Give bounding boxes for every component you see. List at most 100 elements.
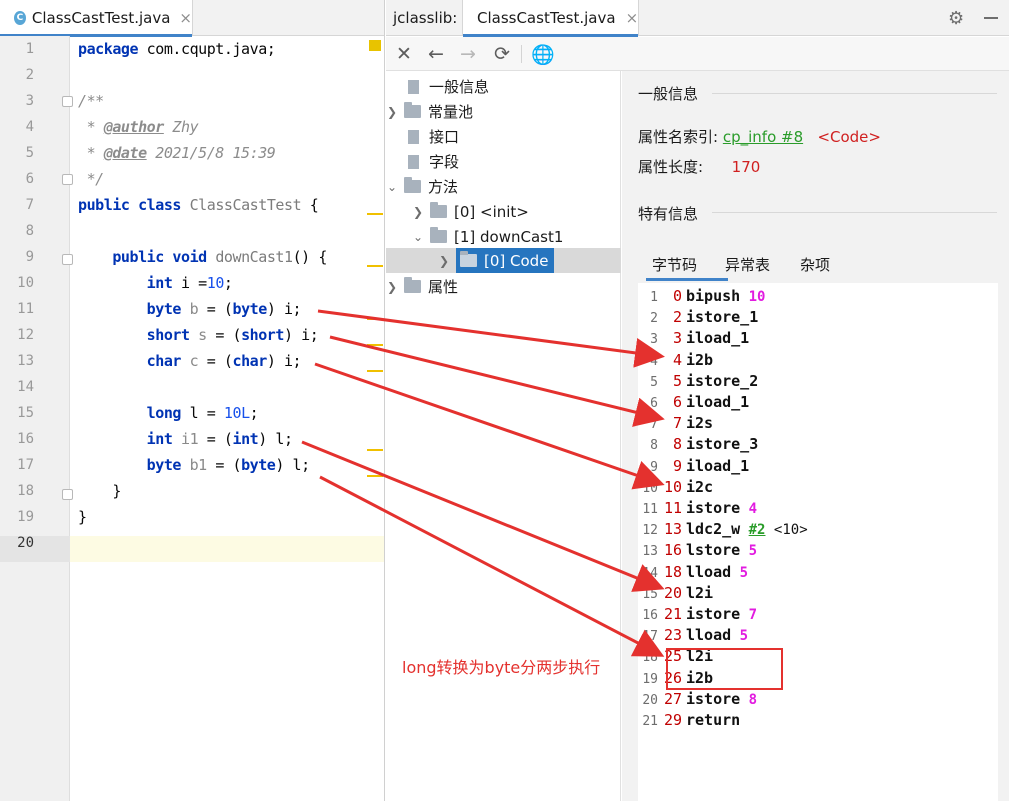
section-divider bbox=[712, 212, 997, 213]
code-line-17[interactable]: byte b1 = (byte) l; bbox=[78, 452, 311, 478]
tree-item-code[interactable]: ❯ [0] Code bbox=[438, 248, 555, 273]
code-line-12[interactable]: short s = (short) i; bbox=[78, 322, 319, 348]
code-line-19[interactable]: } bbox=[78, 504, 87, 530]
bytecode-row[interactable]: 4 4 i2b bbox=[638, 350, 713, 371]
forward-icon[interactable]: → bbox=[456, 42, 480, 66]
warning-marker[interactable] bbox=[367, 318, 383, 320]
code-line-10[interactable]: int i =10; bbox=[78, 270, 233, 296]
bytecode-instruction: lstore bbox=[686, 541, 741, 560]
jclasslib-tab-classcasttest[interactable]: ClassCastTest.java × bbox=[462, 0, 639, 37]
code-line-4[interactable]: * @author Zhy bbox=[78, 114, 199, 140]
gear-icon[interactable]: ⚙ bbox=[948, 8, 964, 29]
general-info-title: 一般信息 bbox=[638, 85, 699, 103]
warning-marker[interactable] bbox=[367, 344, 383, 346]
fold-marker-icon[interactable] bbox=[62, 174, 73, 185]
inspection-status-icon[interactable] bbox=[369, 40, 381, 51]
tab-bytecode[interactable]: 字节码 bbox=[652, 254, 697, 275]
warning-marker[interactable] bbox=[367, 265, 383, 267]
code-line-16[interactable]: int i1 = (int) l; bbox=[78, 426, 293, 452]
fold-marker-icon[interactable] bbox=[62, 96, 73, 107]
warning-marker[interactable] bbox=[367, 213, 383, 215]
bytecode-row[interactable]: 1 0 bipush 10 bbox=[638, 286, 765, 307]
code-line-9[interactable]: public void downCast1() { bbox=[78, 244, 327, 270]
warning-marker[interactable] bbox=[367, 449, 383, 451]
warning-marker[interactable] bbox=[367, 475, 383, 477]
bytecode-operand: 8 bbox=[748, 691, 758, 708]
folder-icon bbox=[404, 277, 421, 293]
bytecode-row[interactable]: 14 18 lload 5 bbox=[638, 562, 748, 583]
tree-item-fields[interactable]: 字段 bbox=[386, 149, 459, 174]
tree-item-general[interactable]: 一般信息 bbox=[386, 74, 489, 99]
keyword: int bbox=[146, 274, 173, 292]
tree-item-attributes[interactable]: ❯ 属性 bbox=[386, 274, 458, 299]
browser-icon[interactable]: 🌐 bbox=[531, 42, 555, 66]
line-number: 5 bbox=[25, 145, 34, 161]
code-line-1[interactable]: package com.cqupt.java; bbox=[78, 36, 276, 62]
bytecode-row[interactable]: 16 21 istore 7 bbox=[638, 604, 757, 625]
bytecode-row[interactable]: 15 20 l2i bbox=[638, 583, 713, 604]
bytecode-row[interactable]: 20 27 istore 8 bbox=[638, 689, 757, 710]
close-icon[interactable]: ✕ bbox=[392, 42, 416, 66]
code-editor[interactable]: C ClassCastTest.java × 1 2 3 4 5 6 7 8 9 10 11 12 13… bbox=[0, 0, 385, 801]
comment-text: Zhy bbox=[163, 118, 199, 136]
code-line-7[interactable]: public class ClassCastTest { bbox=[78, 192, 319, 218]
bytecode-row[interactable]: 10 10 i2c bbox=[638, 477, 713, 498]
code-line-3[interactable]: /** bbox=[78, 88, 104, 114]
bytecode-line-number: 15 bbox=[642, 586, 658, 602]
code-text: com.cqupt.java; bbox=[138, 40, 276, 58]
tree-item-method-downcast1[interactable]: ⌄ [1] downCast1 bbox=[412, 224, 563, 249]
bytecode-row[interactable]: 5 5 istore_2 bbox=[638, 371, 758, 392]
refresh-icon[interactable]: ⟳ bbox=[490, 42, 514, 66]
close-tab-icon[interactable]: × bbox=[179, 9, 192, 27]
bytecode-row[interactable]: 17 23 lload 5 bbox=[638, 625, 748, 646]
code-line-6[interactable]: */ bbox=[78, 166, 105, 192]
bytecode-row[interactable]: 11 11 istore 4 bbox=[638, 498, 757, 519]
bytecode-listing[interactable]: 1 0 bipush 10 2 2 istore_1 3 3 iload_1 4 4 i2b 5 5 ist… bbox=[638, 283, 998, 801]
line-number: 8 bbox=[25, 223, 34, 239]
warning-marker[interactable] bbox=[367, 370, 383, 372]
minimize-icon[interactable] bbox=[984, 17, 998, 19]
folder-icon bbox=[460, 251, 477, 267]
chevron-down-icon[interactable]: ⌄ bbox=[412, 230, 424, 244]
bytecode-row[interactable]: 7 7 i2s bbox=[638, 413, 713, 434]
bytecode-line-number: 9 bbox=[650, 459, 658, 475]
bytecode-row[interactable]: 12 13 ldc2_w #2 <10> bbox=[638, 519, 808, 540]
chevron-right-icon[interactable]: ❯ bbox=[386, 280, 398, 294]
chevron-right-icon[interactable]: ❯ bbox=[386, 105, 398, 119]
detail-pane: 一般信息 属性名索引: cp_info #8 <Code> 属性长度: 170 … bbox=[622, 71, 1009, 801]
code-line-11[interactable]: byte b = (byte) i; bbox=[78, 296, 302, 322]
bytecode-row[interactable]: 9 9 iload_1 bbox=[638, 456, 749, 477]
cp-info-link[interactable]: cp_info #8 bbox=[723, 128, 803, 146]
tree-item-interfaces[interactable]: 接口 bbox=[386, 124, 459, 149]
back-icon[interactable]: ← bbox=[424, 42, 448, 66]
constant-pool-ref[interactable]: #2 bbox=[749, 522, 766, 538]
fold-marker-icon[interactable] bbox=[62, 489, 73, 500]
code-line-18[interactable]: } bbox=[78, 478, 121, 504]
bytecode-row[interactable]: 2 2 istore_1 bbox=[638, 307, 758, 328]
document-icon bbox=[408, 154, 419, 169]
keyword: public bbox=[78, 196, 130, 214]
code-line-15[interactable]: long l = 10L; bbox=[78, 400, 259, 426]
bytecode-row[interactable]: 8 8 istore_3 bbox=[638, 434, 758, 455]
bytecode-row[interactable]: 13 16 lstore 5 bbox=[638, 540, 757, 561]
bytecode-row[interactable]: 6 6 iload_1 bbox=[638, 392, 749, 413]
chevron-down-icon[interactable]: ⌄ bbox=[386, 180, 398, 194]
code-line-5[interactable]: * @date 2021/5/8 15:39 bbox=[78, 140, 276, 166]
tree-item-method-init[interactable]: ❯ [0] <init> bbox=[412, 199, 529, 224]
tab-misc[interactable]: 杂项 bbox=[800, 254, 830, 275]
editor-tab-classcasttest[interactable]: C ClassCastTest.java × bbox=[0, 0, 193, 37]
fold-marker-icon[interactable] bbox=[62, 254, 73, 265]
chevron-right-icon[interactable]: ❯ bbox=[412, 205, 424, 219]
close-tab-icon[interactable]: × bbox=[626, 9, 639, 27]
tab-exception-table[interactable]: 异常表 bbox=[725, 254, 770, 275]
tree-item-code-selected[interactable]: [0] Code bbox=[456, 248, 555, 273]
bytecode-comment: <10> bbox=[773, 522, 808, 539]
code-line-13[interactable]: char c = (char) i; bbox=[78, 348, 302, 374]
bytecode-offset: 6 bbox=[672, 393, 682, 411]
chevron-right-icon[interactable]: ❯ bbox=[438, 254, 450, 268]
bytecode-row[interactable]: 3 3 iload_1 bbox=[638, 328, 749, 349]
bytecode-operand: 7 bbox=[748, 607, 758, 623]
tree-item-constant-pool[interactable]: ❯ 常量池 bbox=[386, 99, 473, 124]
tree-item-methods[interactable]: ⌄ 方法 bbox=[386, 174, 458, 199]
bytecode-row[interactable]: 21 29 return bbox=[638, 710, 740, 731]
